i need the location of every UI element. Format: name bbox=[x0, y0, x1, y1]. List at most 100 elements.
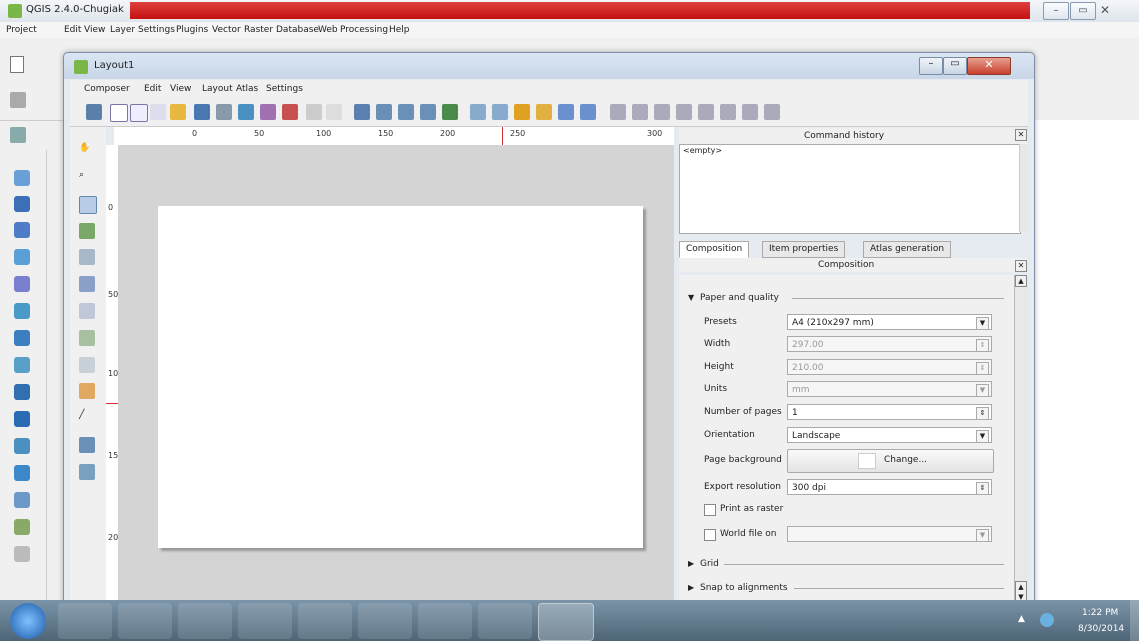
zoom-100-icon[interactable] bbox=[376, 104, 392, 120]
close-composition-icon[interactable]: ✕ bbox=[1015, 260, 1027, 272]
add-vector-layer-icon[interactable] bbox=[14, 170, 30, 186]
close-panel-icon[interactable]: ✕ bbox=[1015, 129, 1027, 141]
add-wms-tile-icon[interactable] bbox=[14, 438, 30, 454]
command-history-scrollbar[interactable] bbox=[1019, 144, 1028, 232]
section-paper-title[interactable]: Paper and quality bbox=[700, 293, 779, 303]
composer-menu-settings[interactable]: Settings bbox=[266, 84, 303, 94]
add-scalebar-icon[interactable] bbox=[79, 357, 95, 373]
composer-menu-atlas[interactable]: Atlas bbox=[236, 84, 258, 94]
section-grid-title[interactable]: Grid bbox=[700, 559, 719, 569]
add-legend-icon[interactable] bbox=[79, 330, 95, 346]
height-field[interactable]: 210.00 ⇕ bbox=[787, 359, 992, 375]
add-postgis-layer-icon[interactable] bbox=[14, 222, 30, 238]
tray-arrow-icon[interactable]: ▲ bbox=[1018, 614, 1025, 624]
add-arrow-icon[interactable]: ╱ bbox=[79, 410, 95, 426]
atlas-prev-icon[interactable] bbox=[654, 104, 670, 120]
composer-maximize-button[interactable]: ▭ bbox=[943, 57, 967, 75]
width-field[interactable]: 297.00 ⇕ bbox=[787, 336, 992, 352]
menu-processing[interactable]: Processing bbox=[340, 25, 388, 35]
atlas-settings-icon[interactable] bbox=[764, 104, 780, 120]
group-items-icon[interactable] bbox=[470, 104, 486, 120]
media-player-taskbar-icon[interactable] bbox=[118, 603, 172, 639]
scroll-up-icon[interactable]: ▲ bbox=[1015, 275, 1027, 287]
menu-layer[interactable]: Layer bbox=[110, 25, 135, 35]
add-raster-layer-icon[interactable] bbox=[14, 196, 30, 212]
print-raster-checkbox[interactable] bbox=[704, 504, 716, 516]
select-move-icon[interactable] bbox=[79, 196, 97, 214]
menu-edit[interactable]: Edit bbox=[64, 25, 81, 35]
composer-minimize-button[interactable]: – bbox=[919, 57, 943, 75]
add-html-icon[interactable] bbox=[79, 464, 95, 480]
add-wfs-layer-icon[interactable] bbox=[14, 384, 30, 400]
digitize-icon[interactable] bbox=[10, 92, 26, 108]
composer-menu-composer[interactable]: Composer bbox=[84, 84, 130, 94]
new-project-icon[interactable] bbox=[10, 56, 24, 73]
zoom-tool-icon[interactable]: ⌕ bbox=[79, 170, 95, 186]
atlas-first-icon[interactable] bbox=[632, 104, 648, 120]
tab-item-properties[interactable]: Item properties bbox=[762, 241, 846, 258]
save-template-icon[interactable] bbox=[194, 104, 210, 120]
export-svg-icon[interactable] bbox=[260, 104, 276, 120]
tab-composition[interactable]: Composition bbox=[679, 241, 750, 258]
ungroup-items-icon[interactable] bbox=[492, 104, 508, 120]
section-snap-title[interactable]: Snap to alignments bbox=[700, 583, 788, 593]
refresh-icon[interactable] bbox=[442, 104, 458, 120]
pages-field[interactable]: 1 ⇕ bbox=[787, 404, 992, 420]
add-spatialite-layer-icon[interactable] bbox=[14, 249, 30, 265]
change-background-button[interactable]: Change... bbox=[787, 449, 994, 473]
explorer-taskbar-icon[interactable] bbox=[238, 603, 292, 639]
export-image-icon[interactable] bbox=[238, 104, 254, 120]
add-gpx-icon[interactable] bbox=[14, 465, 30, 481]
chrome-taskbar-icon[interactable] bbox=[298, 603, 352, 639]
presets-select[interactable]: A4 (210x297 mm) ▼ bbox=[787, 314, 992, 330]
save-project-icon[interactable] bbox=[86, 104, 102, 120]
taskbar-date[interactable]: 8/30/2014 bbox=[1078, 624, 1124, 634]
temporary-layer-icon[interactable] bbox=[14, 546, 30, 562]
duplicate-composer-icon[interactable] bbox=[130, 104, 148, 122]
print-icon[interactable] bbox=[216, 104, 232, 120]
zoom-out-icon[interactable] bbox=[420, 104, 436, 120]
lock-items-icon[interactable] bbox=[514, 104, 530, 120]
redo-icon[interactable] bbox=[326, 104, 342, 120]
network-tray-icon[interactable] bbox=[1040, 613, 1054, 627]
new-shapefile-icon[interactable] bbox=[14, 492, 30, 508]
atlas-preview-icon[interactable] bbox=[610, 104, 626, 120]
units-select[interactable]: mm ▼ bbox=[787, 381, 992, 397]
menu-web[interactable]: Web bbox=[318, 25, 338, 35]
add-image-icon[interactable] bbox=[79, 276, 95, 292]
map-canvas[interactable] bbox=[1030, 120, 1139, 600]
atlas-last-icon[interactable] bbox=[698, 104, 714, 120]
start-button-icon[interactable] bbox=[10, 603, 46, 639]
add-oracle-layer-icon[interactable] bbox=[14, 303, 30, 319]
add-table-icon[interactable] bbox=[79, 437, 95, 453]
load-template-icon[interactable] bbox=[170, 104, 186, 120]
menu-vector[interactable]: Vector bbox=[212, 25, 241, 35]
menu-raster[interactable]: Raster bbox=[244, 25, 273, 35]
minimize-button[interactable]: – bbox=[1043, 2, 1069, 20]
atlas-print-icon[interactable] bbox=[720, 104, 736, 120]
add-map-icon[interactable] bbox=[79, 249, 95, 265]
acrobat-taskbar-icon[interactable] bbox=[478, 603, 532, 639]
show-desktop-button[interactable] bbox=[1130, 600, 1139, 641]
close-button[interactable]: ✕ bbox=[1100, 3, 1110, 17]
composer-menu-view[interactable]: View bbox=[170, 84, 191, 94]
add-label-icon[interactable] bbox=[79, 303, 95, 319]
undo-icon[interactable] bbox=[306, 104, 322, 120]
command-history-list[interactable] bbox=[679, 144, 1021, 234]
composer-menu-edit[interactable]: Edit bbox=[144, 84, 161, 94]
align-items-icon[interactable] bbox=[580, 104, 596, 120]
raise-items-icon[interactable] bbox=[558, 104, 574, 120]
tab-atlas-generation[interactable]: Atlas generation bbox=[863, 241, 952, 258]
add-delimited-text-icon[interactable] bbox=[14, 411, 30, 427]
composer-menu-layout[interactable]: Layout bbox=[202, 84, 233, 94]
command-history-entry[interactable]: <empty> bbox=[683, 146, 722, 155]
new-composer-icon[interactable] bbox=[110, 104, 128, 122]
expand-arrow-icon[interactable]: ▼ bbox=[688, 293, 694, 302]
unlock-items-icon[interactable] bbox=[536, 104, 552, 120]
layer-icon[interactable] bbox=[10, 127, 26, 143]
zoom-in-icon[interactable] bbox=[398, 104, 414, 120]
qgis-taskbar-icon[interactable] bbox=[538, 603, 594, 641]
menu-settings[interactable]: Settings bbox=[138, 25, 175, 35]
calendar-taskbar-icon[interactable] bbox=[178, 603, 232, 639]
maximize-button[interactable]: ▭ bbox=[1070, 2, 1096, 20]
